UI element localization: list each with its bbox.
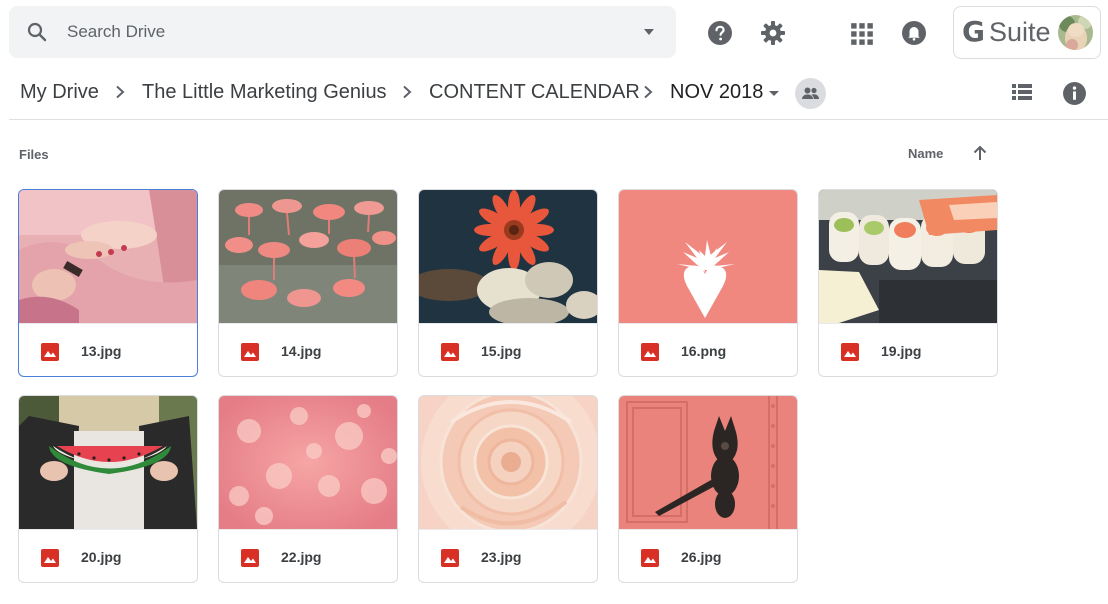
- file-tile-13[interactable]: 13.jpg: [18, 189, 198, 377]
- apps-grid-icon[interactable]: [849, 21, 875, 47]
- toolbar-divider: [9, 119, 1108, 120]
- search-bar[interactable]: Search Drive: [9, 6, 676, 58]
- folder-menu-caret-icon[interactable]: [768, 90, 780, 97]
- search-input[interactable]: Search Drive: [67, 22, 165, 42]
- info-icon[interactable]: [1062, 81, 1087, 106]
- image-file-icon: [641, 343, 659, 361]
- shared-folder-button[interactable]: [795, 78, 826, 109]
- file-name: 19.jpg: [881, 343, 922, 359]
- file-caption[interactable]: 14.jpg: [219, 323, 397, 376]
- file-caption[interactable]: 13.jpg: [19, 323, 197, 376]
- file-tile-23[interactable]: 23.jpg: [418, 395, 598, 583]
- breadcrumb-little-marketing-genius[interactable]: The Little Marketing Genius: [142, 78, 387, 106]
- file-caption[interactable]: 22.jpg: [219, 529, 397, 582]
- file-tile-20[interactable]: ​ 20.jpg: [18, 395, 198, 583]
- chevron-right-icon: [403, 85, 412, 99]
- file-thumbnail[interactable]: [219, 396, 397, 529]
- gsuite-logo-g: G: [962, 15, 985, 48]
- file-thumbnail[interactable]: [419, 396, 597, 529]
- file-caption[interactable]: 23.jpg: [419, 529, 597, 582]
- search-options-icon[interactable]: [642, 27, 656, 37]
- image-file-icon: [241, 343, 259, 361]
- chevron-right-icon: [644, 85, 653, 99]
- file-tile-16[interactable]: 16.png: [618, 189, 798, 377]
- file-thumbnail[interactable]: [219, 190, 397, 323]
- file-thumbnail[interactable]: [819, 190, 997, 323]
- file-tile-22[interactable]: 22.jpg: [218, 395, 398, 583]
- file-caption[interactable]: 20.jpg: [19, 529, 197, 582]
- file-name: 13.jpg: [81, 343, 122, 359]
- file-name: 23.jpg: [481, 549, 522, 565]
- help-icon[interactable]: [707, 20, 733, 46]
- file-name: 22.jpg: [281, 549, 322, 565]
- chevron-right-icon: [116, 85, 125, 99]
- file-tile-14[interactable]: 14.jpg: [218, 189, 398, 377]
- file-name: 16.png: [681, 343, 727, 359]
- file-name: 15.jpg: [481, 343, 522, 359]
- image-file-icon: [641, 549, 659, 567]
- files-section-label: Files: [19, 147, 49, 162]
- notifications-icon[interactable]: [901, 20, 927, 46]
- gsuite-account-button[interactable]: G Suite: [953, 6, 1101, 59]
- file-caption[interactable]: 19.jpg: [819, 323, 997, 376]
- breadcrumb-content-calendar[interactable]: CONTENT CALENDAR: [429, 78, 640, 106]
- breadcrumb-my-drive[interactable]: My Drive: [20, 78, 99, 106]
- breadcrumb-current-folder[interactable]: NOV 2018: [670, 78, 763, 106]
- file-name: 20.jpg: [81, 549, 122, 565]
- file-thumbnail[interactable]: [619, 396, 797, 529]
- file-tile-19[interactable]: 19.jpg: [818, 189, 998, 377]
- image-file-icon: [441, 343, 459, 361]
- settings-icon[interactable]: [760, 20, 786, 46]
- file-caption[interactable]: 26.jpg: [619, 529, 797, 582]
- image-file-icon: [41, 343, 59, 361]
- file-name: 14.jpg: [281, 343, 322, 359]
- sort-by-name-button[interactable]: Name: [908, 146, 943, 161]
- sort-direction-arrow-up-icon[interactable]: [971, 144, 989, 162]
- avatar[interactable]: [1058, 15, 1093, 50]
- file-caption[interactable]: 15.jpg: [419, 323, 597, 376]
- file-thumbnail[interactable]: [419, 190, 597, 323]
- image-file-icon: [41, 549, 59, 567]
- file-tile-15[interactable]: 15.jpg: [418, 189, 598, 377]
- file-thumbnail[interactable]: [19, 190, 197, 323]
- image-file-icon: [841, 343, 859, 361]
- file-name: 26.jpg: [681, 549, 722, 565]
- file-tile-26[interactable]: 26.jpg: [618, 395, 798, 583]
- search-icon[interactable]: [25, 20, 49, 44]
- image-file-icon: [241, 549, 259, 567]
- file-thumbnail[interactable]: [619, 190, 797, 323]
- file-thumbnail[interactable]: ​: [19, 396, 197, 529]
- people-icon: [802, 87, 819, 99]
- list-view-icon[interactable]: [1011, 81, 1033, 103]
- file-caption[interactable]: 16.png: [619, 323, 797, 376]
- gsuite-logo-word: Suite: [989, 17, 1051, 47]
- image-file-icon: [441, 549, 459, 567]
